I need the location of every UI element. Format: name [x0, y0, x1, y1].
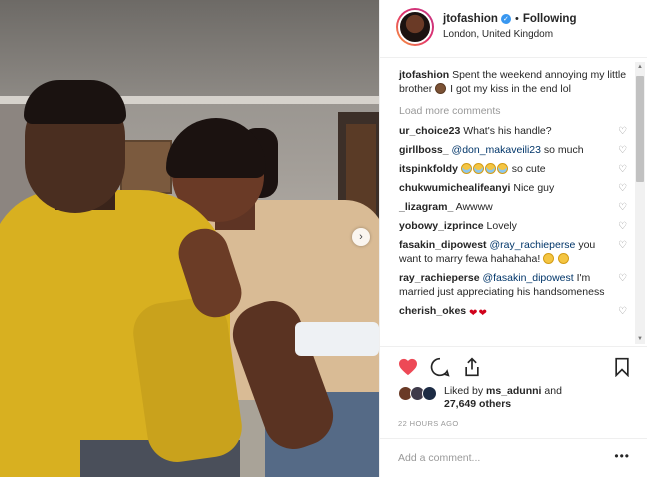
- comment-text: Nice guy: [513, 182, 555, 194]
- photo-man-hair: [24, 80, 126, 124]
- scroll-up-arrow-icon[interactable]: ▲: [637, 64, 643, 70]
- comment-item: yobowy_izprince Lovely ♡: [399, 219, 629, 233]
- post-location[interactable]: London, United Kingdom: [443, 29, 553, 40]
- likes-count-link[interactable]: 27,649 others: [444, 398, 511, 410]
- comments-scrollbar[interactable]: ▲ ▼: [635, 62, 645, 344]
- photo-woman-hair-top: [166, 118, 266, 178]
- author-avatar[interactable]: [396, 8, 434, 46]
- comment-bubble-icon: [430, 357, 450, 377]
- comment-mention[interactable]: @don_makaveili23: [452, 144, 541, 156]
- add-comment-bar: •••: [380, 438, 647, 477]
- comment-username[interactable]: cherish_okes: [399, 305, 466, 317]
- laughing-emoji-icon: [558, 253, 570, 264]
- post-header: jtofashion ✓ • Following London, United …: [380, 0, 647, 58]
- comment-username[interactable]: girllboss_: [399, 144, 449, 156]
- comment-mention[interactable]: @fasakin_dipowest: [482, 272, 573, 284]
- likes-and: and: [544, 385, 562, 397]
- likes-summary: Liked by ms_adunni and 27,649 others: [398, 385, 562, 411]
- comment-username[interactable]: ur_choice23: [399, 125, 460, 137]
- comment-item: cherish_okes ❤❤ ♡: [399, 304, 629, 321]
- share-icon: [465, 357, 479, 377]
- comment-like-heart-icon[interactable]: ♡: [618, 182, 627, 196]
- comment-username[interactable]: _lizagram_: [399, 201, 453, 213]
- crying-emoji-icon: [484, 163, 496, 174]
- header-line: jtofashion ✓ • Following: [443, 13, 576, 25]
- red-heart-emoji-icon: ❤: [478, 308, 487, 319]
- comment-username[interactable]: ray_rachieperse: [399, 272, 480, 284]
- post-caption: jtofashion Spent the weekend annoying my…: [399, 68, 629, 96]
- crying-emoji-icon: [472, 163, 484, 174]
- comment-username[interactable]: chukwumichealifeanyi: [399, 182, 510, 194]
- heart-filled-icon: [399, 358, 417, 376]
- comment-text: Lovely: [486, 220, 517, 232]
- comment-button[interactable]: [430, 357, 450, 377]
- comment-username[interactable]: fasakin_dipowest: [399, 239, 487, 251]
- bookmark-icon: [615, 357, 629, 377]
- comment-like-heart-icon[interactable]: ♡: [618, 239, 627, 253]
- comment-text: so cute: [511, 163, 546, 175]
- liker-avatar: [422, 386, 437, 401]
- comment-text: What's his handle?: [463, 125, 552, 137]
- avatar-image: [398, 10, 432, 44]
- comment-username[interactable]: yobowy_izprince: [399, 220, 484, 232]
- likes-text: Liked by ms_adunni and 27,649 others: [444, 385, 562, 411]
- crying-emoji-icon: [496, 163, 508, 174]
- comment-username[interactable]: itspinkfoldy: [399, 163, 458, 175]
- post-photo: ›: [0, 0, 379, 477]
- load-more-comments-link[interactable]: Load more comments: [399, 104, 629, 118]
- comment-item: fasakin_dipowest @ray_rachieperse you wa…: [399, 238, 629, 266]
- comment-like-heart-icon[interactable]: ♡: [618, 201, 627, 215]
- comment-item: chukwumichealifeanyi Nice guy ♡: [399, 181, 629, 195]
- monkey-emoji-icon: [435, 83, 447, 94]
- liker-avatars[interactable]: [398, 386, 440, 402]
- comment-item: girllboss_ @don_makaveili23 so much ♡: [399, 143, 629, 157]
- post-side-panel: jtofashion ✓ • Following London, United …: [379, 0, 647, 477]
- comment-item: itspinkfoldy so cute ♡: [399, 162, 629, 176]
- comment-like-heart-icon[interactable]: ♡: [618, 163, 627, 177]
- post-actions: Liked by ms_adunni and 27,649 others 22 …: [380, 346, 647, 446]
- author-username[interactable]: jtofashion: [443, 13, 498, 25]
- comment-item: _lizagram_ Awwww ♡: [399, 200, 629, 214]
- photo-painting: [120, 140, 172, 194]
- post-timestamp[interactable]: 22 HOURS AGO: [398, 419, 459, 428]
- save-button[interactable]: [612, 357, 632, 377]
- caption-text-2: I got my kiss in the end lol: [450, 83, 571, 95]
- comment-text: Awwww: [455, 201, 493, 213]
- comment-like-heart-icon[interactable]: ♡: [618, 125, 627, 139]
- liked-by-prefix: Liked by: [444, 385, 484, 397]
- chevron-right-icon: ›: [359, 231, 363, 243]
- share-button[interactable]: [462, 357, 482, 377]
- following-button[interactable]: Following: [523, 13, 577, 25]
- caption-username[interactable]: jtofashion: [399, 69, 449, 81]
- laughing-emoji-icon: [543, 253, 555, 264]
- comments-list[interactable]: jtofashion Spent the weekend annoying my…: [380, 58, 647, 346]
- comment-item: ray_rachieperse @fasakin_dipowest I'm ma…: [399, 271, 629, 299]
- comment-like-heart-icon[interactable]: ♡: [618, 220, 627, 234]
- verified-badge-icon: ✓: [500, 14, 511, 24]
- scrollbar-thumb[interactable]: [636, 76, 644, 182]
- liker-username[interactable]: ms_adunni: [486, 385, 541, 397]
- carousel-next-button[interactable]: ›: [352, 228, 370, 246]
- photo-woman-sleeve: [295, 322, 379, 356]
- comment-like-heart-icon[interactable]: ♡: [618, 272, 627, 286]
- header-separator: •: [514, 13, 519, 25]
- comment-mention[interactable]: @ray_rachieperse: [489, 239, 575, 251]
- like-button[interactable]: [398, 357, 418, 377]
- red-heart-emoji-icon: ❤: [469, 308, 478, 319]
- comment-item: ur_choice23 What's his handle? ♡: [399, 124, 629, 138]
- comment-like-heart-icon[interactable]: ♡: [618, 144, 627, 158]
- comment-like-heart-icon[interactable]: ♡: [618, 305, 627, 319]
- comment-text: so much: [543, 144, 584, 156]
- add-comment-input[interactable]: [398, 450, 598, 466]
- more-options-icon[interactable]: •••: [614, 449, 630, 463]
- crying-emoji-icon: [460, 163, 472, 174]
- scroll-down-arrow-icon[interactable]: ▼: [637, 336, 643, 342]
